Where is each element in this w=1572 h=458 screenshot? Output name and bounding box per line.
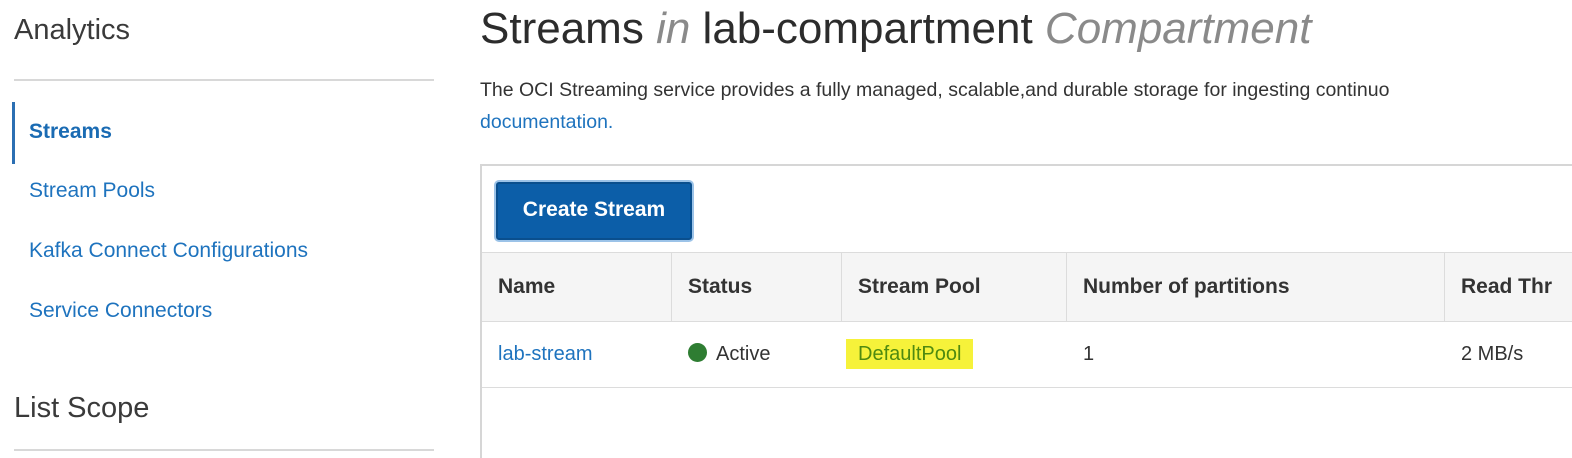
column-header-status[interactable]: Status [672, 253, 842, 321]
sidebar-item-kafka-connect-configurations[interactable]: Kafka Connect Configurations [29, 239, 308, 263]
table-row: lab-stream Active DefaultPool 1 2 MB/s [482, 322, 1572, 388]
sidebar-heading-analytics: Analytics [14, 14, 131, 46]
column-header-stream-pool[interactable]: Stream Pool [842, 253, 1067, 321]
sidebar-divider-bottom [14, 449, 434, 451]
page-title: Streams in lab-compartment Compartment [480, 4, 1311, 54]
stream-pool-text: DefaultPool [858, 343, 962, 365]
active-indicator [12, 102, 15, 164]
title-in: in [656, 4, 691, 53]
page-description: The OCI Streaming service provides a ful… [480, 79, 1390, 101]
sidebar-divider [14, 79, 434, 81]
title-resource: Streams [480, 4, 644, 53]
cell-name: lab-stream [482, 322, 672, 386]
main-content: Streams in lab-compartment Compartment T… [480, 0, 1572, 458]
cell-stream-pool: DefaultPool [842, 322, 1067, 386]
table-header: Name Status Stream Pool Number of partit… [482, 252, 1572, 322]
stream-name-link[interactable]: lab-stream [498, 343, 592, 365]
stream-pool-link[interactable]: DefaultPool [846, 339, 974, 369]
sidebar-item-stream-pools[interactable]: Stream Pools [29, 179, 155, 203]
column-header-name[interactable]: Name [482, 253, 672, 321]
documentation-link[interactable]: documentation. [480, 106, 613, 138]
column-header-number-of-partitions[interactable]: Number of partitions [1067, 253, 1445, 321]
streams-panel: Create Stream Name Status Stream Pool Nu… [480, 164, 1572, 458]
cell-partitions: 1 [1083, 343, 1095, 365]
create-stream-button[interactable]: Create Stream [496, 182, 692, 240]
sidebar-item-service-connectors[interactable]: Service Connectors [29, 299, 212, 323]
cell-read-throughput: 2 MB/s [1461, 343, 1524, 365]
title-compartment-name: lab-compartment [702, 4, 1033, 53]
sidebar: Analytics Streams Stream Pools Kafka Con… [0, 0, 440, 458]
column-header-read-throughput[interactable]: Read Thr [1445, 253, 1572, 321]
status-dot-icon [688, 343, 707, 362]
cell-status: Active [672, 322, 842, 386]
sidebar-heading-list-scope: List Scope [14, 392, 150, 424]
title-compartment-label: Compartment [1044, 4, 1312, 53]
status-text: Active [716, 343, 771, 365]
sidebar-item-streams[interactable]: Streams [29, 120, 112, 144]
